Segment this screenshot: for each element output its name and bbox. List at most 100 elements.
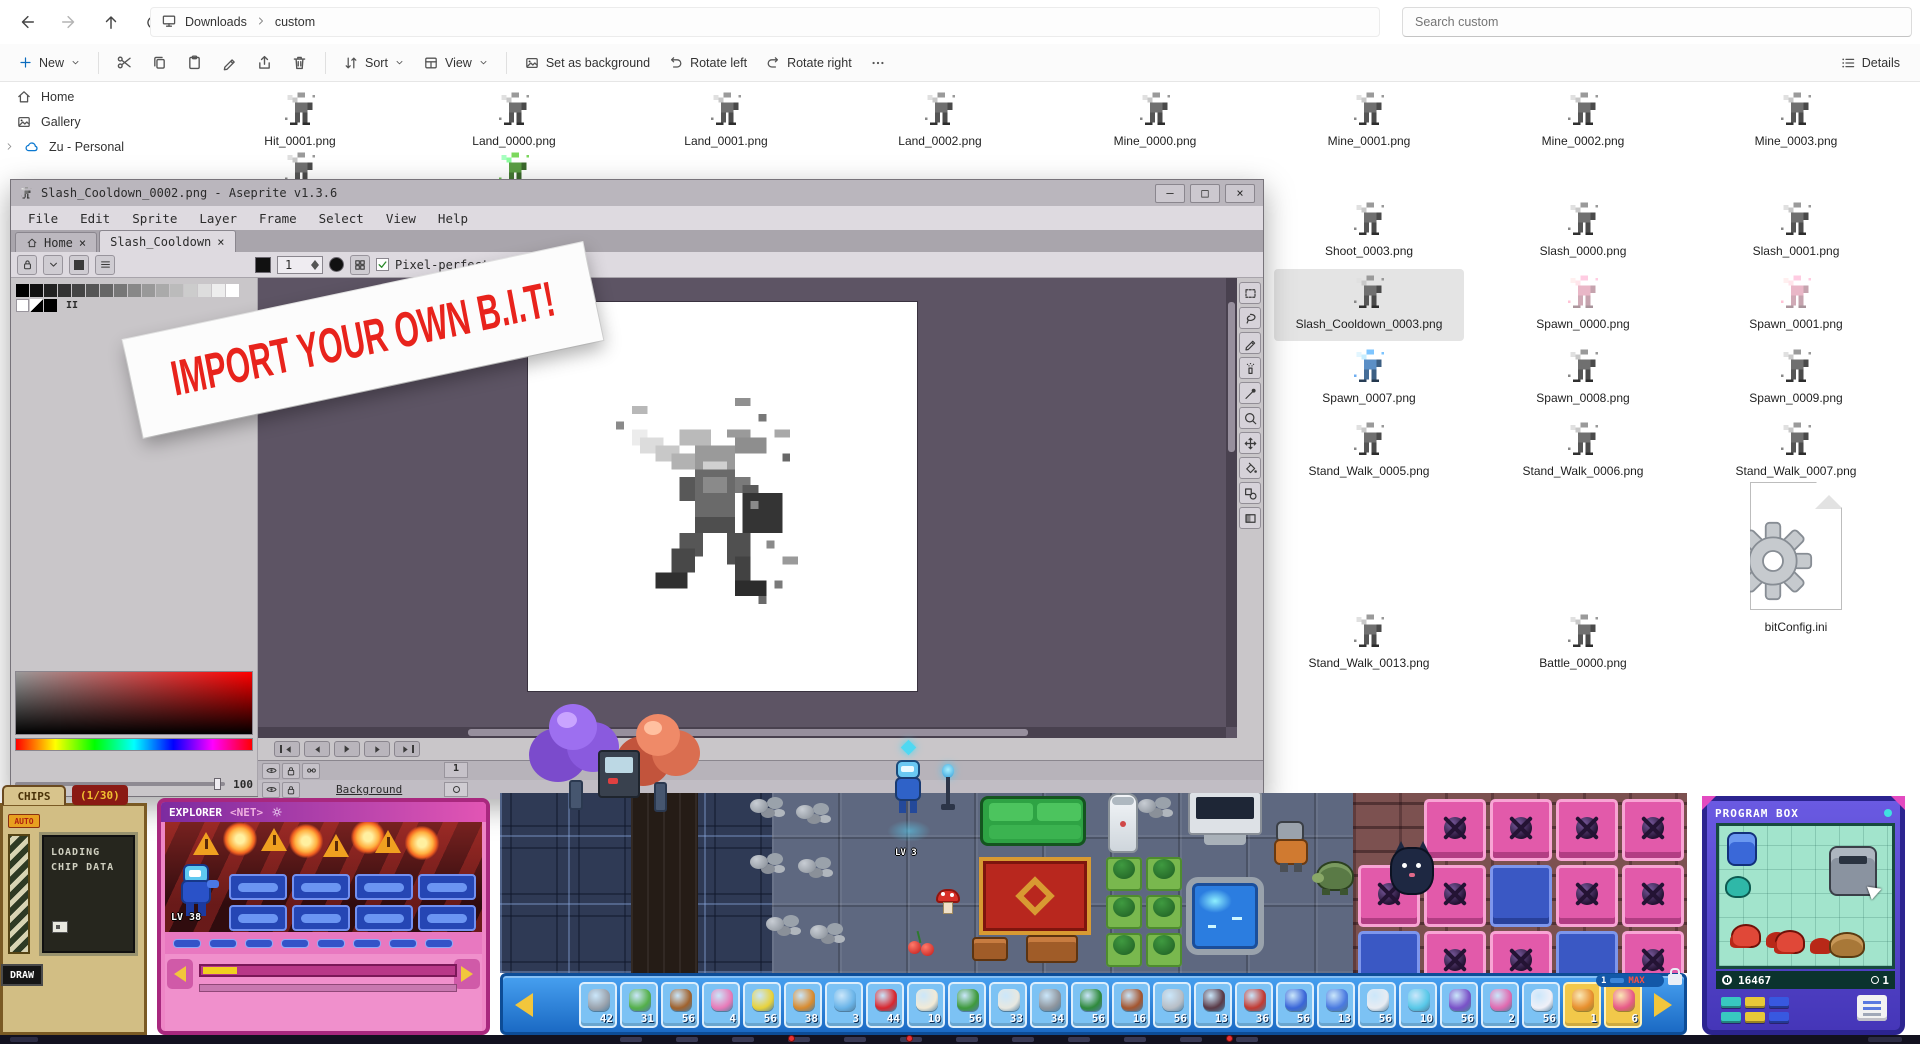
lock-icon[interactable] [1668, 974, 1682, 985]
hotbar-slot-pumpkin[interactable]: 1 [1563, 982, 1601, 1028]
file-item[interactable]: Spawn_0008.png [1488, 343, 1678, 415]
hotbar-slot-egg[interactable]: 10 [907, 982, 945, 1028]
chip-slot[interactable] [229, 874, 287, 900]
back-button[interactable] [10, 7, 44, 37]
pencil-tool[interactable] [1239, 332, 1261, 354]
file-item-bitconfig[interactable]: bitConfig.ini [1701, 478, 1891, 680]
file-item[interactable]: Mine_0003.png [1701, 86, 1891, 158]
draw-button[interactable]: DRAW [1, 964, 43, 986]
file-item[interactable]: Stand_Walk_0013.png [1274, 608, 1464, 680]
details-button[interactable]: Details [1832, 49, 1908, 77]
taskbar-icon[interactable] [1012, 1037, 1034, 1042]
palette-swatch[interactable] [100, 284, 113, 297]
hotbar-slot-flower[interactable]: 4 [702, 982, 740, 1028]
hotbar-slot-gem[interactable]: 10 [1399, 982, 1437, 1028]
marquee-tool[interactable] [1239, 282, 1261, 304]
forward-button[interactable] [52, 7, 86, 37]
file-item[interactable]: Spawn_0009.png [1701, 343, 1891, 415]
play-button[interactable] [334, 741, 360, 757]
eyedropper-tool[interactable] [1239, 382, 1261, 404]
file-item[interactable]: Land_0000.png [419, 86, 609, 158]
sprite-canvas[interactable] [528, 302, 917, 691]
taskbar-icon[interactable] [620, 1037, 642, 1042]
chip-slot[interactable] [355, 905, 413, 931]
set-as-background-button[interactable]: Set as background [516, 49, 658, 77]
spray-tool[interactable] [1239, 357, 1261, 379]
file-item[interactable]: Battle_0000.png [1488, 608, 1678, 680]
tab-close-icon[interactable]: × [79, 236, 86, 250]
taskbar-icon[interactable] [844, 1037, 866, 1042]
hotbar-slot-sprite-figure[interactable]: 42 [579, 982, 617, 1028]
taskbar-icon[interactable] [1180, 1037, 1202, 1042]
vertical-scrollbar[interactable] [1226, 278, 1237, 727]
horizontal-scrollbar[interactable] [258, 727, 1226, 738]
menu-edit[interactable]: Edit [69, 211, 121, 226]
frame-header[interactable]: 1 [444, 762, 468, 778]
minimize-button[interactable]: – [1155, 184, 1185, 203]
tab-sprite-file[interactable]: Slash_Cooldown × [99, 230, 235, 252]
palette-swatch[interactable] [226, 284, 239, 297]
sort-button[interactable]: Sort [335, 49, 413, 77]
hotbar-slot-orb[interactable]: 56 [1276, 982, 1314, 1028]
hotbar-slot-onigiri[interactable]: 33 [989, 982, 1027, 1028]
hotbar-left-arrow[interactable] [515, 993, 533, 1017]
palette-swatch[interactable] [16, 299, 29, 312]
palette-swatch[interactable] [156, 284, 169, 297]
hotbar-right-arrow[interactable] [1654, 993, 1672, 1017]
hotbar-slot-burger[interactable]: 38 [784, 982, 822, 1028]
color-gradient-picker[interactable] [15, 671, 253, 735]
delete-button[interactable] [283, 48, 316, 77]
rotate-left-button[interactable]: Rotate left [660, 49, 755, 77]
scroll-right-button[interactable] [454, 959, 480, 989]
chip-slot[interactable] [229, 905, 287, 931]
layer-name[interactable]: Background [336, 783, 402, 796]
hotbar-slot-purple-block[interactable]: 56 [1440, 982, 1478, 1028]
breadcrumb-current[interactable]: custom [275, 15, 315, 29]
palette-swatch[interactable] [170, 284, 183, 297]
tab-close-icon[interactable]: × [217, 235, 224, 249]
palette-swatch[interactable] [86, 284, 99, 297]
taskbar-icon[interactable] [676, 1037, 698, 1042]
taskbar-icon[interactable] [1068, 1037, 1090, 1042]
menu-view[interactable]: View [375, 211, 427, 226]
file-item[interactable]: Spawn_0001.png [1701, 269, 1891, 341]
new-button[interactable]: New [10, 49, 89, 76]
taskbar-icon[interactable] [732, 1037, 754, 1042]
palette-swatch[interactable] [72, 284, 85, 297]
program-button[interactable] [1745, 997, 1765, 1008]
program-button[interactable] [1745, 1012, 1765, 1023]
palette-menu-button[interactable] [95, 255, 115, 275]
view-button[interactable]: View [415, 49, 497, 77]
taskbar-start-hint[interactable] [10, 1037, 38, 1042]
file-item[interactable]: Slash_0000.png [1488, 196, 1678, 268]
share-button[interactable] [248, 48, 281, 77]
foreground-color-swatch[interactable] [255, 257, 271, 273]
palette-swatch[interactable] [198, 284, 211, 297]
hotbar-slot-donut[interactable]: 6 [1604, 982, 1642, 1028]
hotbar-slot-acorn[interactable]: 56 [661, 982, 699, 1028]
paste-button[interactable] [178, 48, 211, 77]
chip-slot[interactable] [292, 874, 350, 900]
file-item[interactable]: Slash_Cooldown_0003.png [1274, 269, 1464, 341]
palette-swatch[interactable] [58, 284, 71, 297]
file-item[interactable]: Stand_Walk_0006.png [1488, 416, 1678, 488]
hotbar-slot-leaf[interactable]: 31 [620, 982, 658, 1028]
palette-swatch[interactable] [184, 284, 197, 297]
lock-icon[interactable] [282, 763, 300, 779]
file-item[interactable]: Stand_Walk_0005.png [1274, 416, 1464, 488]
menu-sprite[interactable]: Sprite [121, 211, 188, 226]
paint-bucket-tool[interactable] [1239, 457, 1261, 479]
hotbar-slot-brick[interactable]: 16 [1112, 982, 1150, 1028]
taskbar-tray-hint[interactable] [1868, 1037, 1902, 1042]
file-item[interactable]: Mine_0000.png [1060, 86, 1250, 158]
hotbar-slot-cube[interactable]: 3 [825, 982, 863, 1028]
file-item[interactable]: Mine_0002.png [1488, 86, 1678, 158]
menu-select[interactable]: Select [308, 211, 375, 226]
taskbar-icon[interactable] [1124, 1037, 1146, 1042]
hotbar-slot-block[interactable]: 56 [1153, 982, 1191, 1028]
palette-swatch[interactable] [128, 284, 141, 297]
file-item[interactable]: Land_0002.png [845, 86, 1035, 158]
program-box-file-button[interactable] [1857, 995, 1887, 1021]
sidebar-item-home[interactable]: Home [0, 84, 162, 109]
hotbar-slot-dark-brick[interactable]: 13 [1194, 982, 1232, 1028]
